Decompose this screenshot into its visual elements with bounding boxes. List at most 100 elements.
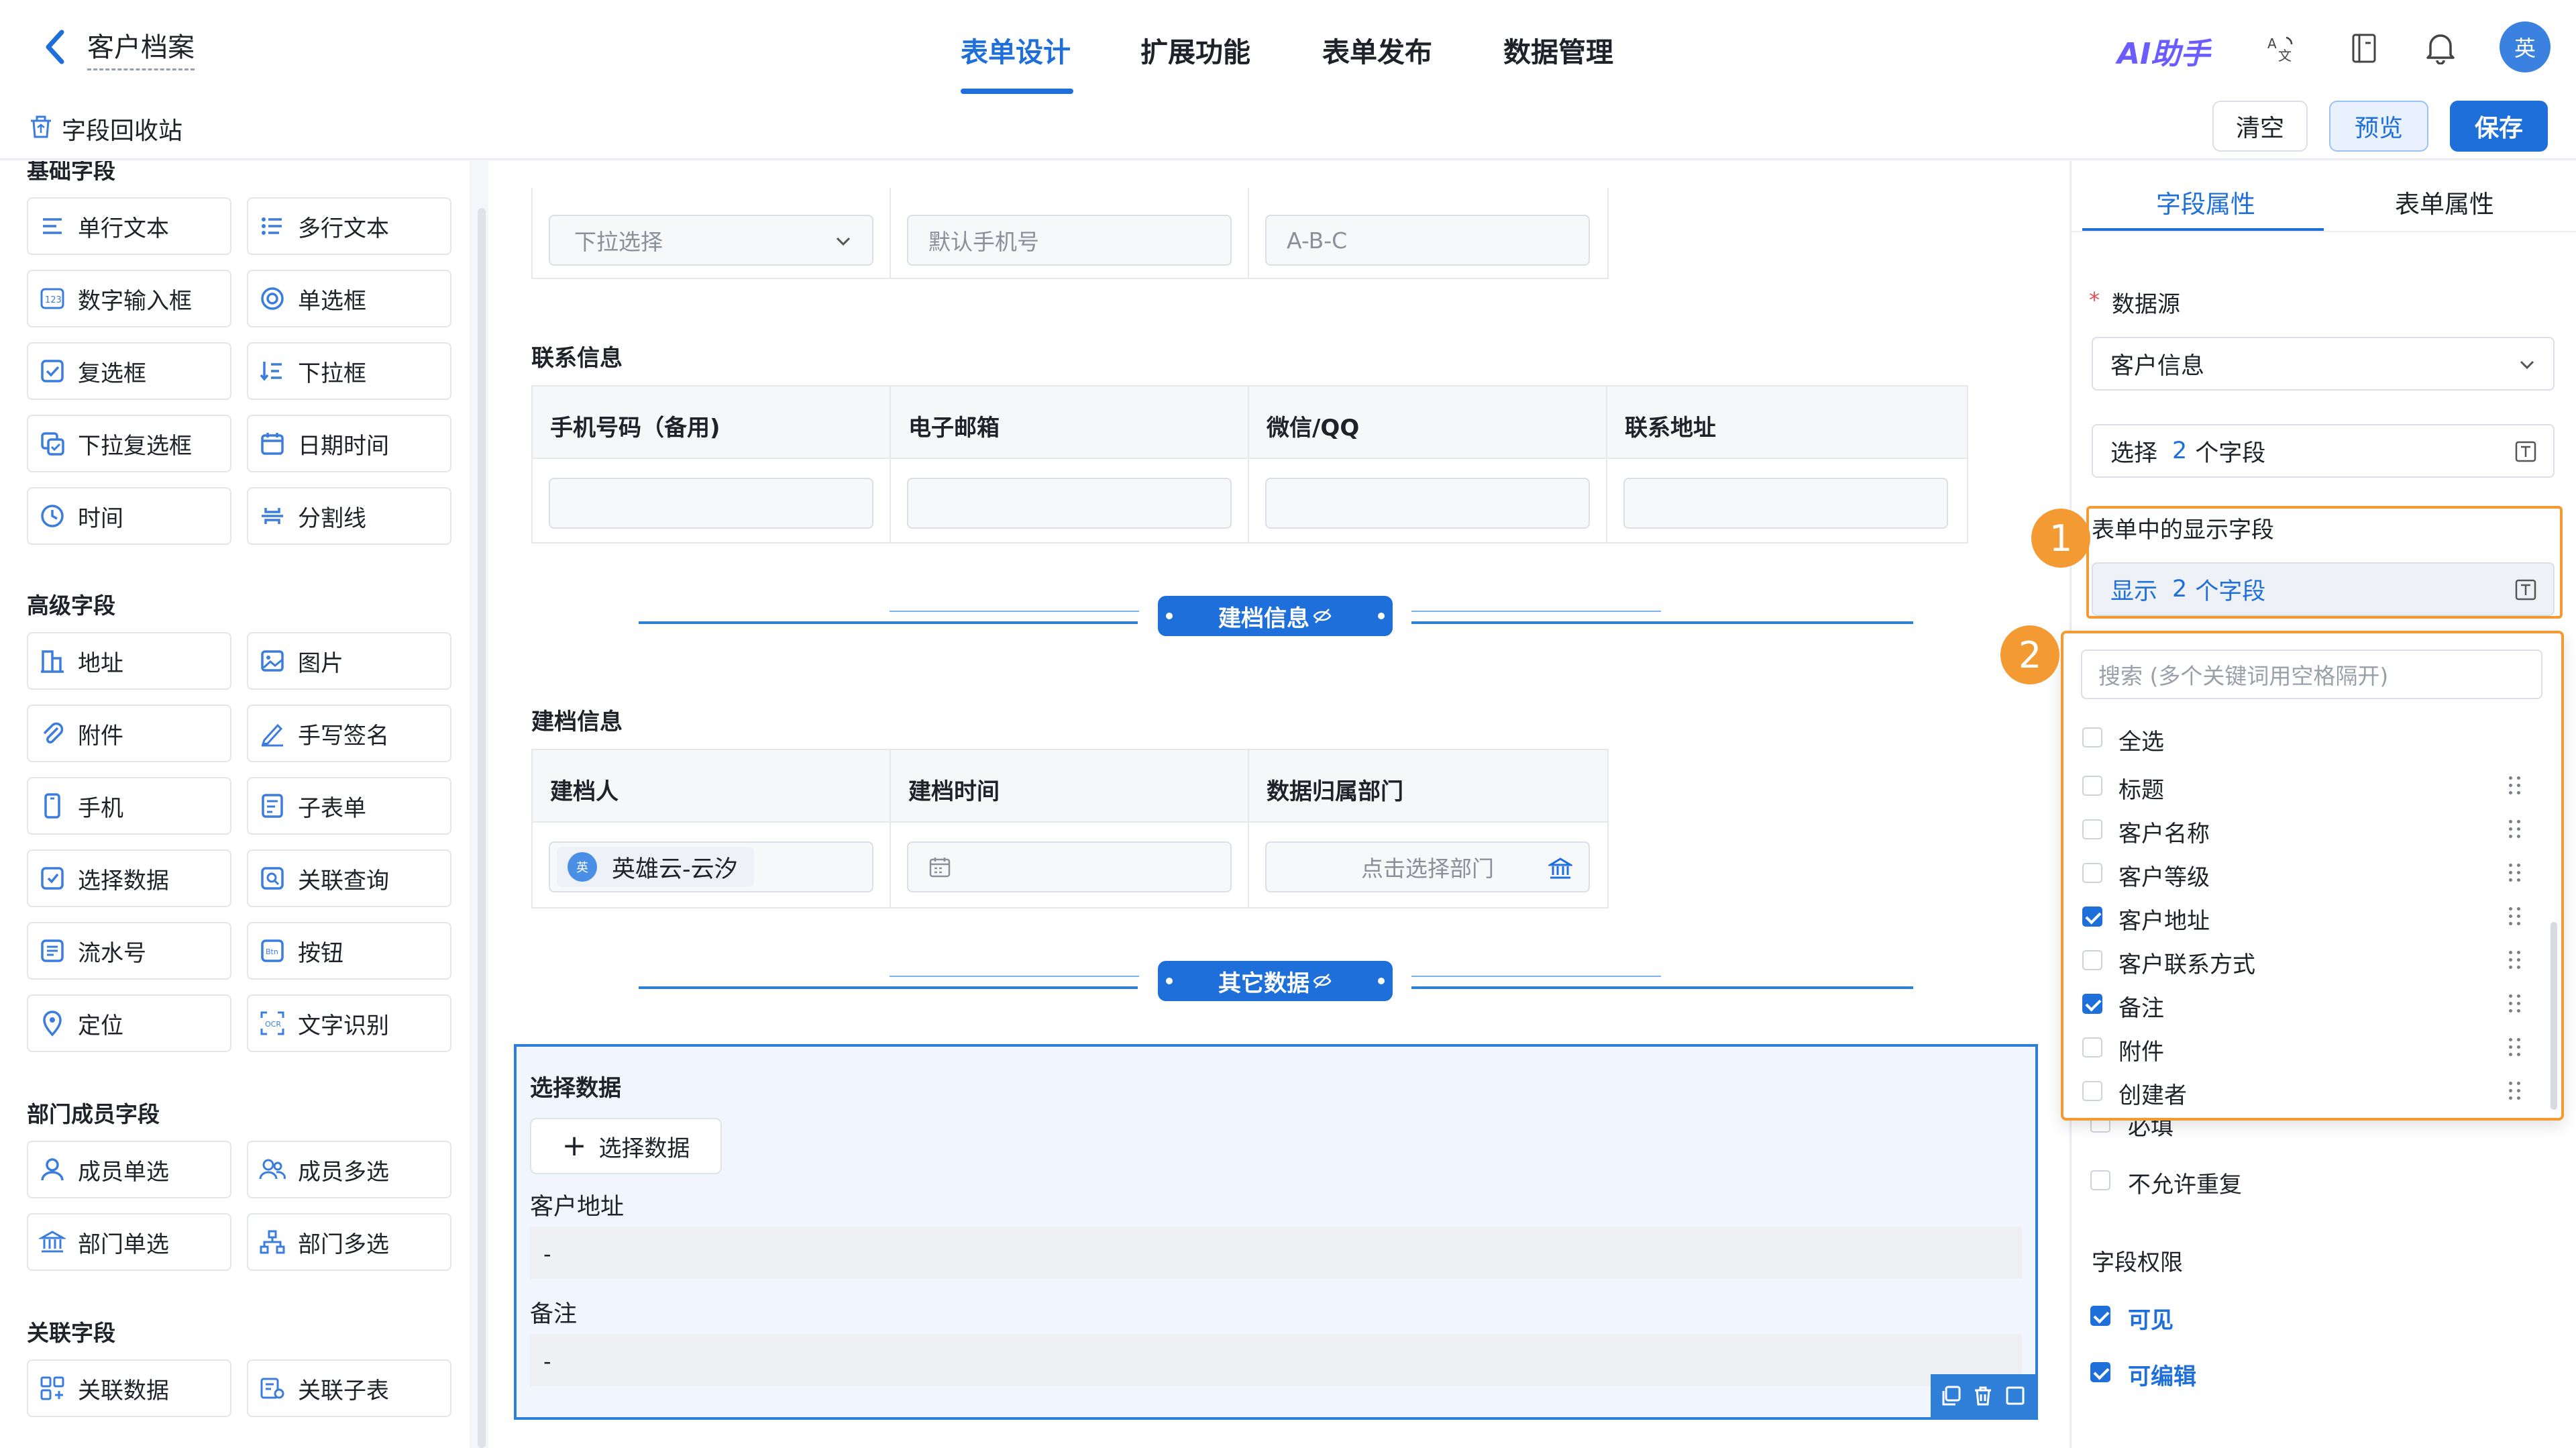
- creator-field[interactable]: 英 英雄云-云汐: [549, 841, 873, 892]
- field-radio[interactable]: 单选框: [247, 270, 451, 327]
- field-dept-multi[interactable]: 部门多选: [247, 1213, 451, 1271]
- field-search-input[interactable]: 搜索 (多个关键词用空格隔开): [2081, 650, 2542, 699]
- selected-data-field[interactable]: 选择数据 + 选择数据 客户地址 - 备注 -: [514, 1044, 2038, 1420]
- field-option-checkbox[interactable]: [2082, 819, 2102, 839]
- annotation-badge-2: 2: [2000, 625, 2059, 684]
- divider-archive-info[interactable]: 建档信息: [1158, 596, 1393, 636]
- chevron-down-icon: [833, 231, 853, 251]
- field-serial-number[interactable]: 流水号: [27, 922, 231, 980]
- archive-time-input[interactable]: [907, 841, 1232, 892]
- field-single-text[interactable]: 单行文本: [27, 197, 231, 255]
- field-divider[interactable]: 分割线: [247, 487, 451, 545]
- clear-button[interactable]: 清空: [2212, 101, 2308, 152]
- field-option-checkbox[interactable]: [2082, 1037, 2102, 1057]
- delete-icon[interactable]: [1972, 1384, 1994, 1407]
- dept-select-input[interactable]: 点击选择部门: [1265, 841, 1590, 892]
- field-option-checkbox[interactable]: [2082, 950, 2102, 970]
- tab-form-design[interactable]: 表单设计: [961, 30, 1071, 70]
- frame-icon[interactable]: [2004, 1384, 2027, 1407]
- field-datetime[interactable]: 日期时间: [247, 415, 451, 472]
- user-avatar[interactable]: 英: [2500, 21, 2551, 72]
- field-number[interactable]: 123 数字输入框: [27, 270, 231, 327]
- field-time[interactable]: 时间: [27, 487, 231, 545]
- editable-checkbox[interactable]: [2090, 1362, 2110, 1382]
- email-input[interactable]: [907, 478, 1232, 529]
- tab-form-properties[interactable]: 表单属性: [2395, 184, 2494, 220]
- left-panel-scrollbar[interactable]: [478, 208, 486, 1448]
- calendar-icon: [928, 856, 951, 878]
- tab-publish[interactable]: 表单发布: [1322, 30, 1432, 70]
- field-option-checkbox[interactable]: [2082, 994, 2102, 1014]
- recycle-bin-label[interactable]: 字段回收站: [62, 111, 182, 146]
- translate-icon[interactable]: A文: [2266, 34, 2296, 64]
- page-title[interactable]: 客户档案: [87, 25, 195, 70]
- drag-handle-icon[interactable]: [2508, 774, 2522, 797]
- field-address[interactable]: 地址: [27, 632, 231, 690]
- drag-handle-icon[interactable]: [2508, 1036, 2522, 1059]
- tab-field-properties[interactable]: 字段属性: [2156, 184, 2255, 220]
- field-dept-single[interactable]: 部门单选: [27, 1213, 231, 1271]
- field-multi-text[interactable]: 多行文本: [247, 197, 451, 255]
- dropdown-icon: [259, 358, 286, 384]
- tab-data-manage[interactable]: 数据管理: [1503, 30, 1613, 70]
- drag-handle-icon[interactable]: [2508, 862, 2522, 884]
- wechat-input[interactable]: [1265, 478, 1590, 529]
- field-member-single[interactable]: 成员单选: [27, 1141, 231, 1198]
- field-button[interactable]: Btn 按钮: [247, 922, 451, 980]
- popover-scrollbar[interactable]: [2551, 922, 2557, 1110]
- drag-handle-icon[interactable]: [2508, 1080, 2522, 1102]
- field-phone[interactable]: 手机: [27, 777, 231, 835]
- field-member-multi[interactable]: 成员多选: [247, 1141, 451, 1198]
- field-attachment[interactable]: 附件: [27, 705, 231, 762]
- contact-header-backup-phone: 手机号码（备用): [550, 415, 720, 442]
- field-option-checkbox[interactable]: [2082, 1081, 2102, 1101]
- dropdown-select-input[interactable]: 下拉选择: [549, 215, 873, 266]
- book-icon[interactable]: [2349, 32, 2379, 64]
- select-data-button[interactable]: + 选择数据: [530, 1118, 722, 1174]
- field-dropdown[interactable]: 下拉框: [247, 342, 451, 400]
- field-related-data[interactable]: 关联数据: [27, 1359, 231, 1417]
- field-ocr[interactable]: OCR 文字识别: [247, 994, 451, 1052]
- field-dropdown-multi[interactable]: 下拉复选框: [27, 415, 231, 472]
- select-all-checkbox[interactable]: [2082, 727, 2102, 747]
- unique-checkbox[interactable]: [2090, 1170, 2110, 1190]
- abc-input[interactable]: A-B-C: [1265, 215, 1590, 266]
- back-arrow-icon[interactable]: [42, 27, 68, 67]
- field-picker-popover: 搜索 (多个关键词用空格隔开) 全选 标题 客户名称 客户等级 客户地址 客户联系方式备…: [2061, 631, 2564, 1121]
- property-panel: 字段属性 表单属性 * 数据源 客户信息 选择 2 个字段 表单中的显示字段 显…: [2000, 161, 2576, 1448]
- recycle-bin-icon[interactable]: [28, 113, 54, 140]
- ai-assistant-button[interactable]: AI助手: [2117, 30, 2210, 72]
- datasource-select[interactable]: 客户信息: [2092, 337, 2555, 391]
- field-checkbox[interactable]: 复选框: [27, 342, 231, 400]
- visible-checkbox[interactable]: [2090, 1306, 2110, 1326]
- field-location[interactable]: 定位: [27, 994, 231, 1052]
- phone-default-input[interactable]: 默认手机号: [907, 215, 1232, 266]
- field-related-subtable[interactable]: 关联子表: [247, 1359, 451, 1417]
- tab-extensions[interactable]: 扩展功能: [1140, 30, 1250, 70]
- preview-button[interactable]: 预览: [2329, 101, 2428, 152]
- display-fields-box[interactable]: 显示 2 个字段: [2092, 562, 2555, 616]
- field-related-query[interactable]: 关联查询: [247, 849, 451, 907]
- contact-address-input[interactable]: [1623, 478, 1948, 529]
- drag-handle-icon[interactable]: [2508, 992, 2522, 1015]
- field-signature[interactable]: 手写签名: [247, 705, 451, 762]
- paperclip-icon: [39, 720, 66, 747]
- field-image[interactable]: 图片: [247, 632, 451, 690]
- svg-text:123: 123: [45, 295, 62, 305]
- select-fields-box[interactable]: 选择 2 个字段: [2092, 424, 2555, 478]
- drag-handle-icon[interactable]: [2508, 818, 2522, 841]
- field-option-checkbox[interactable]: [2082, 776, 2102, 796]
- divider-other-data[interactable]: 其它数据: [1158, 961, 1393, 1001]
- archive-table: 建档人 建档时间 数据归属部门 英 英雄云-云汐 点击选择部门: [531, 749, 1609, 909]
- field-subform[interactable]: 子表单: [247, 777, 451, 835]
- button-icon: Btn: [259, 937, 286, 964]
- drag-handle-icon[interactable]: [2508, 949, 2522, 972]
- save-button[interactable]: 保存: [2450, 101, 2548, 152]
- copy-icon[interactable]: [1939, 1384, 1962, 1407]
- backup-phone-input[interactable]: [549, 478, 873, 529]
- field-option-checkbox[interactable]: [2082, 863, 2102, 883]
- drag-handle-icon[interactable]: [2508, 905, 2522, 928]
- field-option-checkbox[interactable]: [2082, 907, 2102, 927]
- bell-icon[interactable]: [2425, 31, 2456, 65]
- field-select-data[interactable]: 选择数据: [27, 849, 231, 907]
